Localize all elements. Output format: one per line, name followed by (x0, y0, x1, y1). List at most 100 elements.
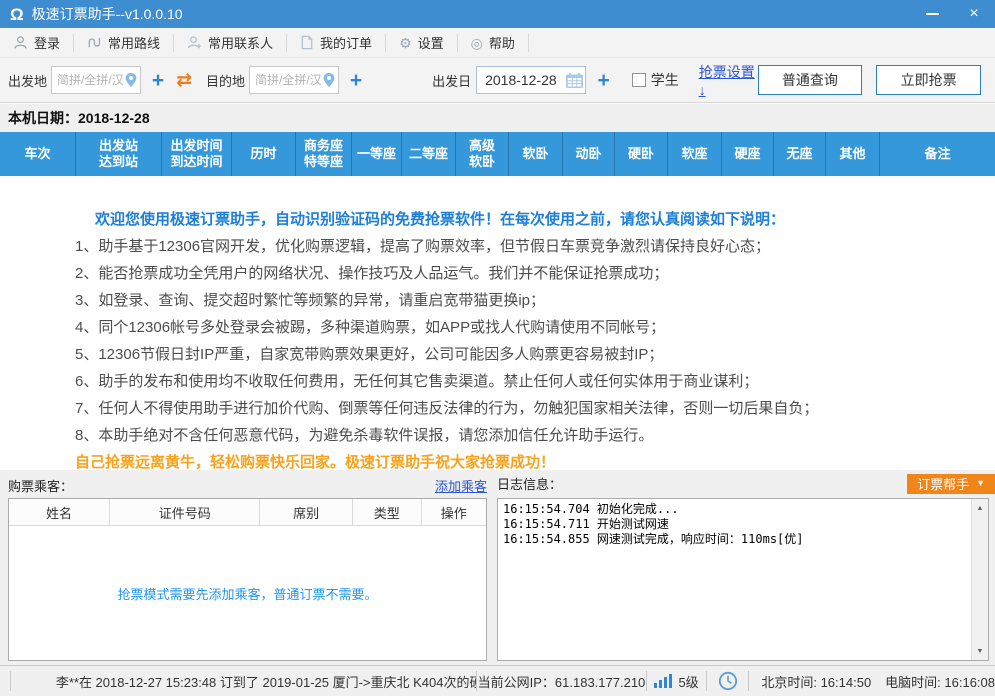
beijing-time-label: 北京时间: 16:14:50 (761, 674, 872, 690)
depart-date-input[interactable] (476, 66, 587, 94)
toolbar-routes-label: 常用路线 (108, 36, 161, 51)
minimize-button[interactable] (911, 0, 953, 28)
toolbar-settings-label: 设置 (417, 36, 444, 51)
toolbar-separator (527, 33, 529, 52)
window-controls: × (911, 0, 995, 28)
toolbar-help-label: 帮助 (488, 36, 515, 51)
titlebar: Ω 极速订票助手--v1.0.0.10 × (0, 0, 995, 28)
to-station-field[interactable] (250, 73, 323, 87)
calendar-icon[interactable] (565, 72, 584, 89)
log-panel-title: 日志信息： (497, 477, 563, 492)
notice-item: 5、12306节假日封IP严重，自家宽带购票效果更好，公司可能因多人购票更容易被… (75, 346, 664, 363)
chevron-down-icon: ▼ (976, 478, 985, 488)
success-ticker: 李**在 2018-12-27 15:23:48 订到了 2019-01-25 … (55, 674, 476, 690)
col-remarks: 备注 (924, 145, 951, 161)
log-output: 16:15:54.704 初始化完成... 16:15:54.711 开始测试网… (497, 498, 989, 661)
add-to-station-button[interactable]: + (350, 70, 362, 91)
network-level-label: 5级 (678, 674, 699, 690)
toolbar-orders-label: 我的订单 (320, 36, 373, 51)
swap-stations-icon[interactable]: ⇄ (176, 71, 192, 90)
depart-date-field[interactable] (477, 72, 566, 88)
col-train-no: 车次 (0, 132, 76, 176)
notice-item: 7、任何人不得使用助手进行加价代购、倒票等任何违反法律的行为，勿触犯国家相关法律… (75, 400, 819, 417)
from-station-field[interactable] (52, 73, 125, 87)
network-level: 5级 (647, 672, 706, 691)
toolbar: 登录 常用路线 常用联系人 我的订单 ⚙ 设置 ◎ 帮助 (0, 28, 995, 58)
status-bar: 李**在 2018-12-27 15:23:48 订到了 2019-01-25 … (0, 665, 995, 696)
from-label: 出发地 (8, 73, 48, 89)
notice-slogan: 自己抢票远离黄牛，轻松购票快乐回家。极速订票助手祝大家抢票成功！ (75, 454, 556, 470)
to-label: 目的地 (206, 73, 246, 89)
passenger-col-seat: 席别 (260, 499, 353, 525)
passenger-empty-hint: 抢票模式需要先添加乘客，普通订票不需要。 (117, 587, 378, 602)
add-date-button[interactable]: + (597, 70, 609, 91)
bottom-panels: 购票乘客： 添加乘客 姓名 证件号码 席别 类型 操作 抢票模式需要先添加乘客，… (0, 470, 995, 665)
result-table-header: 车次 出发站 达到站 出发时间 到达时间 历时 商务座 特等座 一等座 二等座 … (0, 132, 995, 176)
col-stations: 出发站 达到站 (76, 132, 162, 176)
notice-panel: 欢迎您使用极速订票助手，自动识别验证码的免费抢票软件！在每次使用之前，请您认真阅… (0, 176, 995, 470)
toolbar-settings[interactable]: ⚙ 设置 (386, 28, 457, 57)
scroll-down-icon[interactable]: ▼ (972, 643, 988, 659)
col-business-seat: 商务座 特等座 (296, 132, 352, 176)
notice-title: 欢迎您使用极速订票助手，自动识别验证码的免费抢票软件！在每次使用之前，请您认真阅… (95, 211, 786, 228)
signal-bars-icon (654, 674, 673, 688)
close-button[interactable]: × (953, 0, 995, 28)
search-bar: 出发地 + ⇄ 目的地 + 出发日 + 学生 抢票设置↓ (0, 58, 995, 103)
normal-query-button[interactable]: 普通查询 (757, 65, 863, 95)
grab-settings-link[interactable]: 抢票设置↓ (699, 62, 758, 98)
date-label: 出发日 (432, 73, 472, 89)
col-hard-sleeper: 硬卧 (615, 132, 668, 176)
booking-helper-button[interactable]: 订票帮手 ▼ (907, 473, 995, 494)
col-no-seat: 无座 (774, 132, 826, 176)
student-option[interactable]: 学生 (631, 70, 679, 90)
window-title: 极速订票助手--v1.0.0.10 (31, 6, 183, 22)
local-date-label: 本机日期：2018-12-28 (0, 103, 995, 132)
col-duration: 历时 (232, 132, 296, 176)
toolbar-login[interactable]: 登录 (0, 28, 73, 57)
grab-now-button[interactable]: 立即抢票 (876, 65, 982, 95)
passenger-panel-title: 购票乘客： (8, 478, 74, 494)
passenger-col-action: 操作 (440, 505, 467, 521)
app-window: Ω 极速订票助手--v1.0.0.10 × 登录 常用路线 常用联系人 我的订单… (0, 0, 995, 696)
user-icon (13, 35, 28, 50)
toolbar-help[interactable]: ◎ 帮助 (458, 28, 528, 57)
notice-item: 2、能否抢票成功全凭用户的网络状况、操作技巧及人品运气。我们并不能保证抢票成功； (75, 265, 669, 282)
passenger-col-name: 姓名 (9, 499, 111, 525)
from-station-input[interactable] (51, 66, 141, 94)
route-icon (87, 35, 102, 50)
notice-item: 6、助手的发布和使用均不收取任何费用，无任何其它售卖渠道。禁止任何人或任何实体用… (75, 373, 759, 390)
toolbar-orders[interactable]: 我的订单 (287, 28, 385, 57)
passenger-col-id: 证件号码 (110, 499, 261, 525)
log-entry: 16:15:54.704 初始化完成... (503, 502, 679, 516)
toolbar-routes[interactable]: 常用路线 (74, 28, 173, 57)
col-emu-sleeper: 动卧 (563, 132, 615, 176)
notice-item: 4、同个12306帐号多处登录会被踢，多种渠道购票，如APP或找人代购请使用不同… (75, 319, 666, 336)
col-other: 其他 (826, 132, 880, 176)
log-panel-header: 日志信息： 订票帮手 ▼ (497, 473, 995, 494)
passenger-table: 姓名 证件号码 席别 类型 操作 抢票模式需要先添加乘客，普通订票不需要。 (8, 498, 487, 661)
log-entry: 16:15:54.711 开始测试网速 (503, 517, 669, 531)
location-pin-icon (322, 72, 336, 88)
col-second-class: 二等座 (402, 132, 456, 176)
order-document-icon (300, 35, 314, 50)
passenger-col-type: 类型 (353, 499, 422, 525)
to-station-input[interactable] (249, 66, 339, 94)
passenger-table-header: 姓名 证件号码 席别 类型 操作 (9, 499, 486, 526)
time-labels: 北京时间: 16:14:50 电脑时间: 16:16:08 (749, 672, 995, 691)
scroll-up-icon[interactable]: ▲ (972, 500, 988, 516)
location-pin-icon (124, 72, 138, 88)
minimize-icon (925, 13, 939, 15)
toolbar-login-label: 登录 (34, 36, 61, 51)
notice-item: 3、如登录、查询、提交超时繁忙等频繁的异常，请重启宽带猫更换ip； (75, 292, 546, 309)
log-scrollbar[interactable]: ▲ ▼ (971, 499, 988, 660)
add-passenger-link[interactable]: 添加乘客 (435, 476, 487, 495)
col-soft-seat: 软座 (668, 132, 722, 176)
col-hard-seat: 硬座 (722, 132, 774, 176)
toolbar-contacts[interactable]: 常用联系人 (174, 28, 286, 57)
clock-icon (707, 671, 748, 691)
notice-item: 8、本助手绝对不含任何恶意代码，为避免杀毒软件误报，请您添加信任允许助手运行。 (75, 427, 654, 444)
student-label: 学生 (650, 72, 679, 88)
student-checkbox[interactable] (631, 73, 646, 87)
col-soft-sleeper: 软卧 (509, 132, 563, 176)
add-from-station-button[interactable]: + (152, 70, 164, 91)
